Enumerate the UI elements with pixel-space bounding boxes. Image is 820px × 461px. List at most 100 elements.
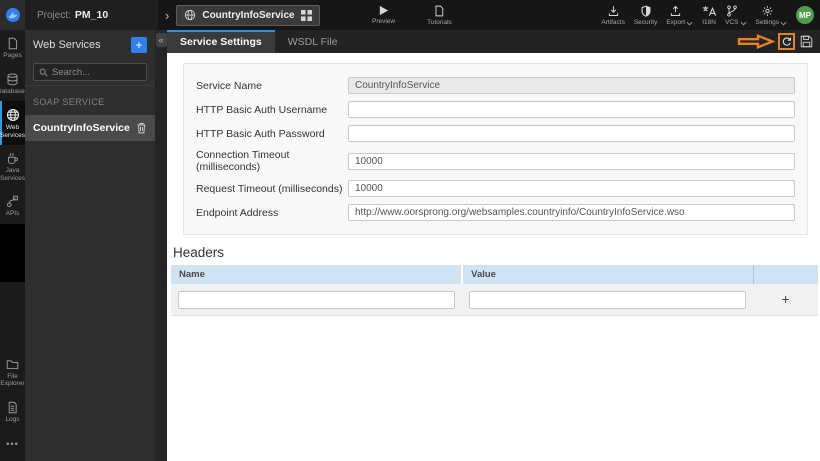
field-label: HTTP Basic Auth Username xyxy=(196,103,328,116)
form-row: Service Name xyxy=(196,77,795,94)
delete-service-button[interactable] xyxy=(136,122,147,134)
service-search xyxy=(33,63,147,81)
open-service-tab[interactable]: CountryInfoService xyxy=(176,4,320,26)
chevron-right-icon: › xyxy=(165,7,170,23)
page-icon xyxy=(8,37,18,50)
sidebar-item-logs[interactable]: Logs xyxy=(0,394,25,430)
form-row: HTTP Basic Auth Password xyxy=(196,125,795,142)
download-icon xyxy=(608,5,618,16)
open-service-tab-label: CountryInfoService xyxy=(202,9,295,21)
coffee-cup-icon xyxy=(7,152,18,164)
endpoint-address-field[interactable] xyxy=(348,204,795,221)
top-bar: Project: PM_10 › CountryInfoService Prev… xyxy=(0,0,820,30)
sidebar-item-web-services[interactable]: Web Services xyxy=(0,101,25,145)
artifacts-label: Artifacts xyxy=(601,18,625,26)
search-icon xyxy=(39,68,48,77)
sidebar-divider-block xyxy=(0,223,25,282)
tab-service-settings[interactable]: Service Settings xyxy=(167,30,275,53)
form-row: Request Timeout (milliseconds) xyxy=(196,180,795,197)
column-header-add xyxy=(752,265,818,284)
field-label: Request Timeout (milliseconds) xyxy=(196,182,343,195)
more-options-icon[interactable]: ••• xyxy=(0,429,25,461)
panel-splitter[interactable]: « xyxy=(155,30,167,461)
search-input[interactable] xyxy=(52,66,141,78)
export-button[interactable]: Export xyxy=(666,5,685,26)
form-row: Endpoint Address xyxy=(196,204,795,221)
chevron-down-icon[interactable] xyxy=(686,21,693,26)
field-label: Connection Timeout (milliseconds) xyxy=(196,149,290,173)
headers-table-head-row: Name Value xyxy=(171,265,818,284)
headers-title: Headers xyxy=(173,245,225,260)
gear-icon xyxy=(762,5,773,16)
sidebar-item-databases[interactable]: Databases xyxy=(0,66,28,102)
branch-icon xyxy=(727,4,737,17)
reload-service-button[interactable] xyxy=(778,33,795,50)
export-group: Export xyxy=(666,5,693,26)
add-header-button[interactable]: + xyxy=(753,284,818,316)
project-info[interactable]: Project: PM_10 xyxy=(25,0,158,30)
i18n-button[interactable]: I18N xyxy=(702,5,717,26)
left-icon-rail: Pages Databases Web Services Java Servic… xyxy=(0,30,28,461)
field-label: HTTP Basic Auth Password xyxy=(196,127,325,140)
dashboard-grid-icon[interactable] xyxy=(300,9,312,21)
service-name-field[interactable] xyxy=(348,77,795,94)
app-window: Project: PM_10 › CountryInfoService Prev… xyxy=(0,0,820,461)
add-service-button[interactable]: + xyxy=(131,37,147,53)
refresh-icon xyxy=(782,37,791,46)
panel-header: Web Services + xyxy=(25,30,155,60)
form-row: Connection Timeout (milliseconds) xyxy=(196,149,795,173)
i18n-label: I18N xyxy=(702,18,716,26)
settings-group: Settings xyxy=(756,5,788,26)
headers-table: Name Value + xyxy=(171,265,818,316)
security-button[interactable]: Security xyxy=(634,5,657,26)
service-list-item[interactable]: CountryInfoService xyxy=(25,115,155,141)
annotation-arrow-icon xyxy=(737,34,775,49)
chevron-down-icon[interactable] xyxy=(740,21,747,26)
vcs-button[interactable]: VCS xyxy=(725,4,739,26)
header-name-input[interactable] xyxy=(178,290,456,309)
chevron-down-icon[interactable] xyxy=(780,21,787,26)
editor-tab-bar: Service Settings WSDL File xyxy=(167,30,820,53)
form-row: HTTP Basic Auth Username xyxy=(196,101,795,118)
translate-icon xyxy=(702,5,717,16)
project-label: Project: xyxy=(37,9,71,21)
workspace: Pages Databases Web Services Java Servic… xyxy=(0,30,820,461)
service-settings-content: Service Name HTTP Basic Auth Username HT… xyxy=(167,53,820,461)
sidebar-item-apis[interactable]: APIs xyxy=(0,188,25,224)
export-label: Export xyxy=(666,18,686,26)
save-service-button[interactable] xyxy=(798,35,815,48)
document-icon xyxy=(436,5,444,16)
settings-button[interactable]: Settings xyxy=(756,5,779,26)
service-settings-form: Service Name HTTP Basic Auth Username HT… xyxy=(183,63,808,235)
user-avatar[interactable]: MP xyxy=(796,6,814,24)
connector-icon xyxy=(6,195,18,208)
service-editor: Service Settings WSDL File Service Name … xyxy=(167,30,820,461)
globe-icon xyxy=(6,108,19,122)
database-icon xyxy=(7,72,18,85)
header-value-input[interactable] xyxy=(469,290,747,309)
security-label: Security xyxy=(633,18,658,26)
http-basic-auth-password-field[interactable] xyxy=(348,125,795,142)
editor-actions xyxy=(737,30,820,53)
sidebar-item-pages[interactable]: Pages xyxy=(0,30,25,66)
brand-logo[interactable] xyxy=(0,0,25,30)
artifacts-button[interactable]: Artifacts xyxy=(601,5,625,26)
headers-section: Headers Name Value + xyxy=(171,245,818,316)
sidebar-item-file-explorer[interactable]: File Explorer xyxy=(0,351,25,394)
service-name-label: CountryInfoService xyxy=(33,122,130,134)
http-basic-auth-username-field[interactable] xyxy=(348,101,795,118)
headers-table-row: + xyxy=(171,284,818,316)
tutorials-button[interactable]: Tutorials xyxy=(427,0,452,30)
upload-icon xyxy=(671,5,681,16)
request-timeout-field[interactable] xyxy=(348,180,795,197)
vcs-group: VCS xyxy=(725,4,747,26)
sidebar-item-java-services[interactable]: Java Services xyxy=(0,145,25,188)
topbar-center-group: Preview Tutorials xyxy=(372,0,452,30)
preview-button[interactable]: Preview xyxy=(372,0,395,30)
collapse-panel-button[interactable]: « xyxy=(155,33,167,47)
topbar-right-group: Artifacts Security Export I18N VCS Setti… xyxy=(601,0,820,30)
preview-label: Preview xyxy=(372,18,396,25)
tab-wsdl-file[interactable]: WSDL File xyxy=(275,30,351,53)
connection-timeout-field[interactable] xyxy=(348,152,795,170)
